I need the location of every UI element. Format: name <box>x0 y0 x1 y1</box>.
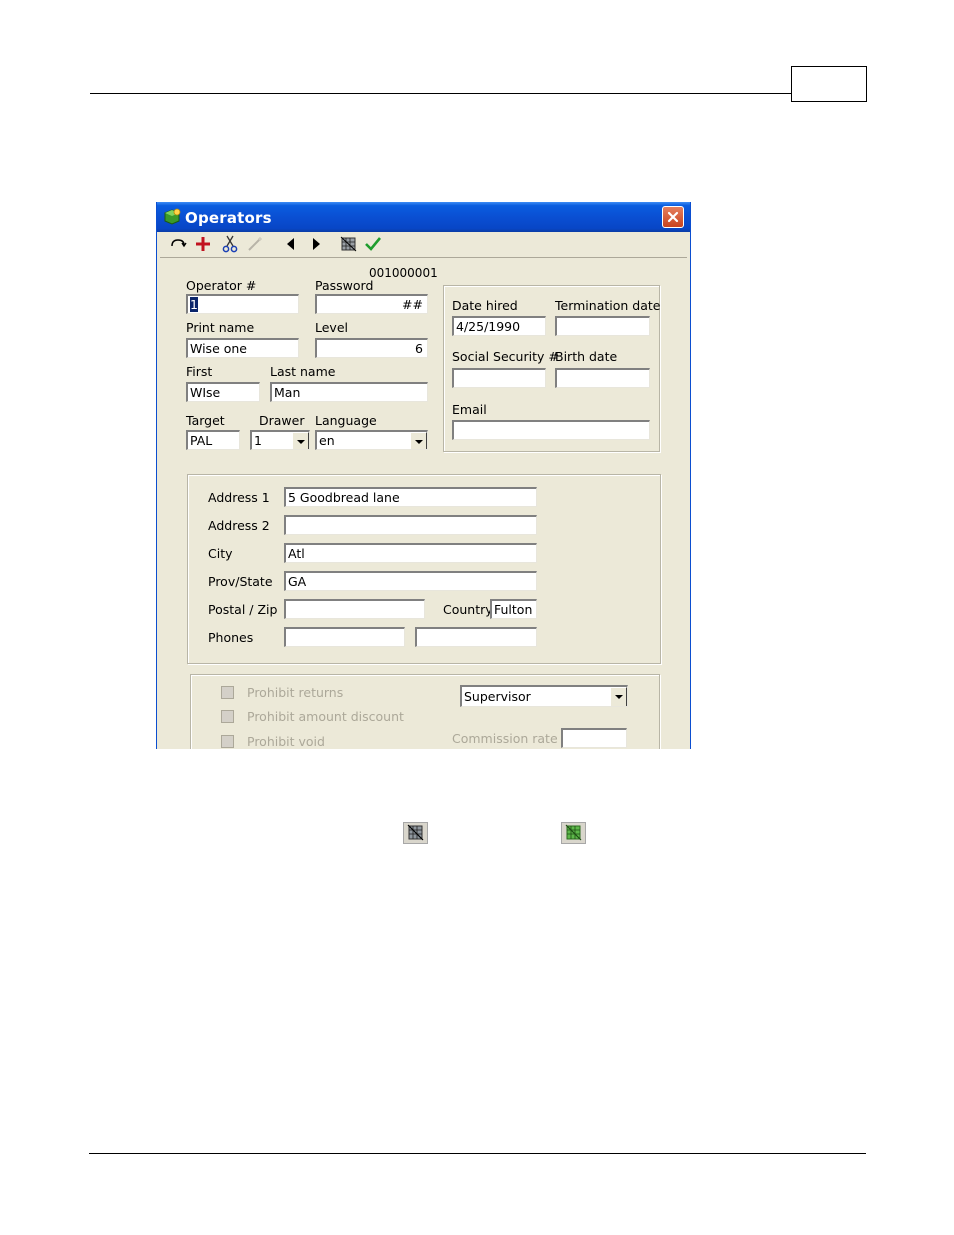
print-name-input[interactable]: Wise one <box>186 338 299 358</box>
first-input[interactable]: WIse <box>186 382 260 402</box>
header-rule <box>90 93 791 94</box>
drawer-label: Drawer <box>259 413 305 428</box>
operators-window: Operators 001000001 Operator # 1 Passwor… <box>156 202 691 749</box>
operator-no-label: Operator # <box>186 278 257 293</box>
city-label: City <box>208 546 233 561</box>
operator-id-display: 001000001 <box>369 266 438 280</box>
country-input[interactable]: Fulton <box>490 599 537 619</box>
grid-off-icon <box>403 822 428 844</box>
check-icon[interactable] <box>363 235 383 253</box>
prev-icon[interactable] <box>281 235 301 253</box>
phone1-input[interactable] <box>284 627 405 647</box>
operator-no-input[interactable]: 1 <box>186 294 299 314</box>
grid-icon[interactable] <box>339 235 359 253</box>
wand-icon[interactable] <box>245 235 265 253</box>
first-label: First <box>186 364 213 379</box>
prohibit-returns-label: Prohibit returns <box>247 685 344 700</box>
birth-date-input[interactable] <box>555 368 650 388</box>
email-label: Email <box>452 402 487 417</box>
postal-zip-input[interactable] <box>284 599 425 619</box>
ssn-input[interactable] <box>452 368 546 388</box>
level-input[interactable]: 6 <box>315 338 428 358</box>
address1-label: Address 1 <box>208 490 270 505</box>
prohibit-amount-discount-label: Prohibit amount discount <box>247 709 404 724</box>
grid-on-icon <box>561 822 586 844</box>
date-hired-label: Date hired <box>452 298 518 313</box>
role-dropdown-icon[interactable] <box>610 687 627 706</box>
title-bar[interactable]: Operators <box>157 202 690 232</box>
last-name-input[interactable]: Man <box>270 382 428 402</box>
prov-state-input[interactable]: GA <box>284 571 537 591</box>
address2-input[interactable] <box>284 515 537 535</box>
target-input[interactable]: PAL <box>186 430 240 450</box>
form-area: 001000001 Operator # 1 Password ## Print… <box>160 257 687 749</box>
prohibit-void-label: Prohibit void <box>247 734 325 749</box>
cut-icon[interactable] <box>221 235 241 253</box>
termination-date-label: Termination date <box>555 298 661 313</box>
undo-icon[interactable] <box>169 235 189 253</box>
footer-rule <box>89 1153 866 1154</box>
target-label: Target <box>186 413 225 428</box>
close-icon <box>667 211 679 223</box>
last-name-label: Last name <box>270 364 336 379</box>
close-button[interactable] <box>662 206 684 228</box>
termination-date-input[interactable] <box>555 316 650 336</box>
country-label: Country <box>443 602 493 617</box>
next-icon[interactable] <box>306 235 326 253</box>
drawer-select[interactable]: 1 <box>250 430 310 450</box>
prohibit-void-checkbox[interactable] <box>221 735 234 748</box>
prov-state-label: Prov/State <box>208 574 273 589</box>
commission-rate-label: Commission rate <box>452 731 558 746</box>
prohibit-amount-discount-checkbox[interactable] <box>221 710 234 723</box>
phone2-input[interactable] <box>415 627 537 647</box>
prohibit-returns-checkbox[interactable] <box>221 686 234 699</box>
date-hired-input[interactable]: 4/25/1990 <box>452 316 546 336</box>
commission-rate-input[interactable] <box>561 728 627 748</box>
email-input[interactable] <box>452 420 650 440</box>
page-number-box <box>791 66 867 102</box>
city-input[interactable]: Atl <box>284 543 537 563</box>
add-icon[interactable] <box>193 235 213 253</box>
password-input[interactable]: ## <box>315 294 428 314</box>
address2-label: Address 2 <box>208 518 270 533</box>
phones-label: Phones <box>208 630 254 645</box>
toolbar <box>157 232 690 256</box>
role-select[interactable]: Supervisor <box>460 685 628 707</box>
language-label: Language <box>315 413 377 428</box>
birth-date-label: Birth date <box>555 349 618 364</box>
postal-zip-label: Postal / Zip <box>208 602 278 617</box>
app-icon <box>163 208 181 226</box>
print-name-label: Print name <box>186 320 255 335</box>
ssn-label: Social Security # <box>452 349 559 364</box>
language-dropdown-icon[interactable] <box>410 432 427 449</box>
level-label: Level <box>315 320 348 335</box>
language-select[interactable]: en <box>315 430 428 450</box>
drawer-dropdown-icon[interactable] <box>292 432 309 449</box>
password-label: Password <box>315 278 374 293</box>
address1-input[interactable]: 5 Goodbread lane <box>284 487 537 507</box>
window-title: Operators <box>185 209 272 227</box>
